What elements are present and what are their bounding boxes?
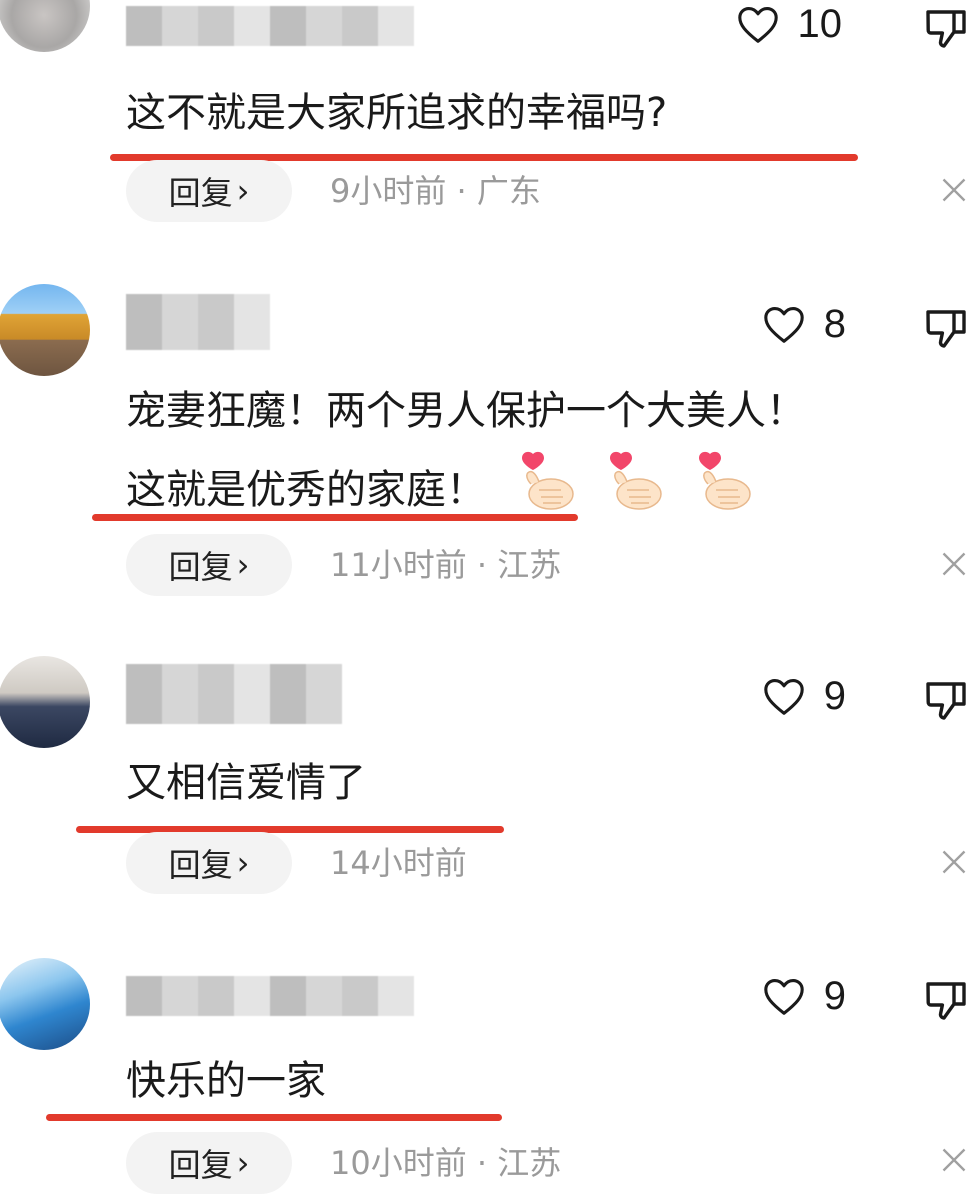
- heart-hands-icon: [605, 450, 663, 534]
- chevron-right-icon: ›: [236, 172, 250, 210]
- chevron-right-icon: ›: [236, 1144, 250, 1182]
- close-icon[interactable]: [940, 176, 968, 204]
- reply-label: 回复: [168, 1146, 233, 1184]
- like-button[interactable]: 9: [762, 676, 846, 716]
- close-icon[interactable]: [940, 848, 968, 876]
- close-icon[interactable]: [940, 1146, 968, 1174]
- chevron-right-icon: ›: [236, 844, 250, 882]
- highlight-underline: [92, 514, 578, 521]
- avatar[interactable]: [0, 656, 90, 748]
- username-blurred[interactable]: [126, 976, 414, 1016]
- reply-button[interactable]: 回复 ›: [126, 160, 292, 222]
- like-button[interactable]: 9: [762, 976, 846, 1016]
- like-count: 9: [823, 674, 846, 718]
- avatar[interactable]: [0, 284, 90, 376]
- thumbs-down-icon[interactable]: [922, 304, 970, 352]
- heart-outline-icon: [764, 679, 804, 715]
- avatar[interactable]: [0, 0, 90, 52]
- username-blurred[interactable]: [126, 6, 414, 46]
- comment-text-line-2: 这就是优秀的家庭！: [126, 450, 752, 534]
- heart-hands-icon: [517, 450, 575, 534]
- comment-meta: 10小时前 · 江苏: [330, 1144, 562, 1182]
- like-count: 9: [823, 974, 846, 1018]
- username-blurred[interactable]: [126, 664, 342, 724]
- comment-text: 这不就是大家所追求的幸福吗?: [126, 90, 668, 136]
- like-count: 8: [823, 302, 846, 346]
- comment-text-line-2-content: 这就是优秀的家庭！: [126, 467, 486, 513]
- thumbs-down-icon[interactable]: [922, 976, 970, 1024]
- thumbs-down-icon[interactable]: [922, 676, 970, 724]
- reply-label: 回复: [168, 846, 233, 884]
- avatar[interactable]: [0, 958, 90, 1050]
- heart-hands-icon: [694, 450, 752, 534]
- reply-label: 回复: [168, 548, 233, 586]
- thumbs-down-icon[interactable]: [922, 4, 970, 52]
- reply-button[interactable]: 回复 ›: [126, 832, 292, 894]
- reply-button[interactable]: 回复 ›: [126, 1132, 292, 1194]
- reply-label: 回复: [168, 174, 233, 212]
- username-blurred[interactable]: [126, 294, 270, 350]
- comment-text-line-1: 宠妻狂魔！两个男人保护一个大美人！: [126, 388, 806, 434]
- comment-meta: 14小时前: [330, 844, 467, 882]
- chevron-right-icon: ›: [236, 546, 250, 584]
- heart-outline-icon: [737, 7, 778, 43]
- highlight-underline: [46, 1114, 502, 1121]
- reply-button[interactable]: 回复 ›: [126, 534, 292, 596]
- comment-meta: 11小时前 · 江苏: [330, 546, 562, 584]
- like-button[interactable]: 8: [762, 304, 846, 344]
- heart-outline-icon: [764, 979, 804, 1015]
- like-button[interactable]: 10: [736, 2, 843, 46]
- comment-text: 又相信爱情了: [126, 760, 366, 806]
- heart-outline-icon: [764, 307, 804, 343]
- close-icon[interactable]: [940, 550, 968, 578]
- like-count: 10: [797, 2, 843, 46]
- comment-meta: 9小时前 · 广东: [330, 172, 541, 210]
- comment-text: 快乐的一家: [126, 1058, 326, 1104]
